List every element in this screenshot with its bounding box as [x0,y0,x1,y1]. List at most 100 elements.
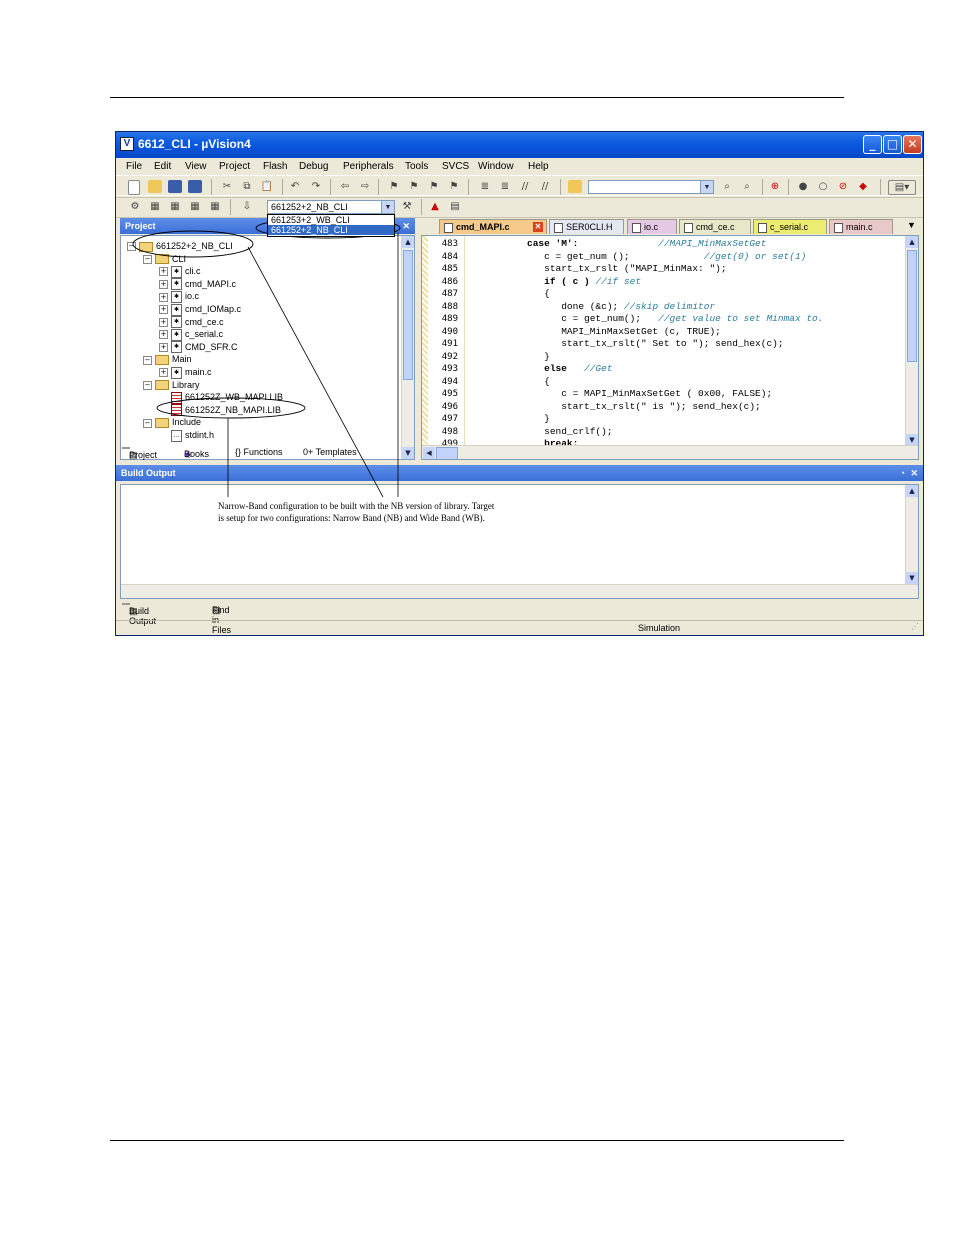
menu-project[interactable]: Project [219,161,250,172]
collapse-icon[interactable]: − [143,355,152,365]
output-hscroll[interactable] [121,584,918,598]
editor-tab-main[interactable]: main.c [829,219,893,234]
open-folder-icon[interactable] [148,180,162,193]
menu-window[interactable]: Window [478,161,514,172]
download-icon[interactable]: ⇩ [240,200,254,213]
collapse-icon[interactable]: − [143,380,152,390]
new-file-icon[interactable] [128,180,140,195]
code-line[interactable]: case 'M': //MAPI_MinMaxSetGet [470,238,766,251]
tree-node-header[interactable]: … stdint.h [159,429,214,442]
tab-close-icon[interactable]: ✕ [533,222,543,232]
bookmark-icon[interactable]: ⚑ [387,180,401,193]
debug-start-icon[interactable]: ⊕ [768,180,782,193]
code-line[interactable]: send_crlf(); [470,426,612,439]
tree-node-file[interactable]: + ✱ cmd_ce.c [159,316,224,329]
expand-icon[interactable]: + [159,342,168,352]
close-button[interactable]: ✕ [903,135,922,154]
uncomment-icon[interactable]: // [538,180,552,193]
copy-icon[interactable]: ⧉ [240,180,254,193]
build-output-close-icon[interactable]: ✕ [910,465,918,481]
tree-node-file[interactable]: + ✱ c_serial.c [159,328,223,341]
expand-icon[interactable]: + [159,305,168,315]
target-select[interactable]: 661252+2_NB_CLI ▼ [267,200,395,214]
tree-node-folder[interactable]: − Main [143,353,192,366]
project-vscroll[interactable]: ▲ ▼ [401,236,414,459]
tree-node-file[interactable]: + ✱ cmd_IOMap.c [159,303,241,316]
code-line[interactable]: start_tx_rslt ("MAPI_MinMax: "); [470,263,726,276]
project-panel-close-icon[interactable]: ✕ [402,218,410,234]
editor-tab-cmd-mapi[interactable]: cmd_MAPI.c ✕ [439,219,547,234]
breakpoint-enable-icon[interactable]: ○ [816,180,830,193]
tree-node-folder[interactable]: − CLI [143,253,186,265]
find-combo[interactable]: ▼ [588,180,714,194]
tree-node-file[interactable]: + ✱ cli.c [159,265,201,278]
save-icon[interactable] [168,180,182,193]
find-icon[interactable]: ⌕ [720,180,734,193]
tree-node-file[interactable]: + ✱ cmd_MAPI.c [159,278,236,291]
code-line[interactable]: start_tx_rslt(" Set to "); send_hex(c); [470,338,783,351]
nav-forward-icon[interactable]: ⇨ [358,180,372,193]
stop-build-icon[interactable]: ▦ [208,200,222,213]
code-line[interactable]: start_tx_rslt(" is "); send_hex(c); [470,401,761,414]
target-option-nb[interactable]: 661252+2_NB_CLI [268,225,394,235]
tree-node-folder[interactable]: − Library [143,379,200,391]
editor-hscroll[interactable]: ◀ [422,445,918,459]
collapse-icon[interactable]: − [127,242,136,252]
menu-view[interactable]: View [185,161,207,172]
breakpoint-disable-icon[interactable]: ⊘ [836,180,850,193]
output-vscroll[interactable]: ▲ ▼ [905,485,918,598]
collapse-icon[interactable]: − [143,418,152,428]
rebuild-icon[interactable]: ▦ [168,200,182,213]
resize-grip-icon[interactable]: ⋰ [911,622,919,631]
indent-icon[interactable]: ≣ [478,180,492,193]
file-extensions-icon[interactable]: ▤ [448,200,462,213]
cut-icon[interactable]: ✂ [220,180,234,193]
paste-icon[interactable]: 📋 [260,180,274,193]
tab-overflow-icon[interactable]: ▼ [907,220,916,230]
maximize-button[interactable]: □ [883,135,902,154]
code-line[interactable]: } [470,351,550,364]
tree-node-file[interactable]: + ✱ main.c [159,366,212,379]
collapse-icon[interactable]: − [143,254,152,264]
redo-icon[interactable]: ↷ [309,180,323,193]
menu-file[interactable]: File [126,161,142,172]
nav-back-icon[interactable]: ⇦ [338,180,352,193]
code-line[interactable]: done (&c); //skip delimitor [470,301,715,314]
breakpoint-icon[interactable]: ● [796,180,810,193]
menu-flash[interactable]: Flash [263,161,287,172]
undo-icon[interactable]: ↶ [288,180,302,193]
menu-edit[interactable]: Edit [154,161,171,172]
tab-build-output[interactable]: ▤ Build Output [122,603,156,626]
tab-templates[interactable]: 0+ Templates [300,447,360,457]
code-editor[interactable]: 483 484 485 486 487 488 489 490 491 492 493 494 495 4… [421,235,919,460]
expand-icon[interactable]: + [159,292,168,302]
editor-tab-io[interactable]: io.c [627,219,677,234]
code-line[interactable]: c = get_num(); //get value to set Minmax… [470,313,823,326]
save-all-icon[interactable] [188,180,202,193]
target-option-wb[interactable]: 661253+2_WB_CLI [268,215,394,225]
code-line[interactable]: c = MAPI_MinMaxSetGet ( 0x00, FALSE); [470,388,772,401]
build-icon[interactable]: ▦ [148,200,162,213]
code-line[interactable]: } [470,413,550,426]
editor-tab-ser0cli[interactable]: SER0CLI.H [549,219,624,234]
menu-tools[interactable]: Tools [405,161,428,172]
batch-build-icon[interactable]: ▦ [188,200,202,213]
build-output-pin-icon[interactable]: ◔ [900,465,905,481]
tab-functions[interactable]: {} Functions [232,447,286,457]
code-line[interactable]: else //Get [470,363,612,376]
expand-icon[interactable]: + [159,267,168,277]
expand-icon[interactable]: + [159,368,168,378]
target-options-icon[interactable]: ⚒ [400,200,414,213]
code-line[interactable]: { [470,376,550,389]
tree-node-lib[interactable]: 661252Z_NB_MAPI.LIB [159,404,281,417]
breakpoint-kill-icon[interactable]: ◆ [856,180,870,193]
expand-icon[interactable]: + [159,330,168,340]
tree-node-file[interactable]: + ✱ io.c [159,290,199,304]
bookmark-next-icon[interactable]: ⚑ [427,180,441,193]
comment-icon[interactable]: // [518,180,532,193]
tab-project[interactable]: ▤ Project [122,447,157,460]
code-line[interactable]: c = get_num (); //get(0) or set(1) [470,251,806,264]
bookmark-prev-icon[interactable]: ⚑ [407,180,421,193]
menu-svcs[interactable]: SVCS [442,161,469,172]
find-in-files-icon[interactable] [568,180,582,193]
